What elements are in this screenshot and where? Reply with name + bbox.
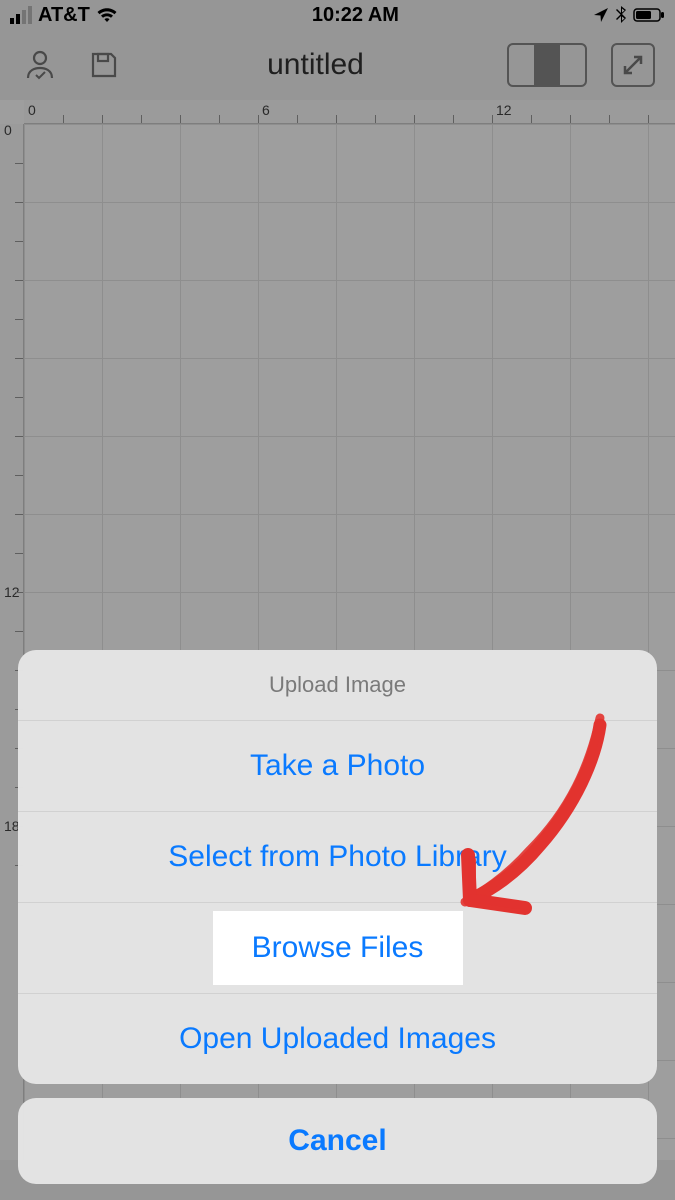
action-sheet-title: Upload Image	[18, 650, 657, 720]
browse-files-option[interactable]: Browse Files	[18, 902, 657, 993]
select-photo-library-option[interactable]: Select from Photo Library	[18, 811, 657, 902]
open-uploaded-images-option[interactable]: Open Uploaded Images	[18, 993, 657, 1084]
take-photo-option[interactable]: Take a Photo	[18, 720, 657, 811]
action-sheet: Upload Image Take a Photo Select from Ph…	[18, 650, 657, 1184]
action-sheet-group: Upload Image Take a Photo Select from Ph…	[18, 650, 657, 1084]
cancel-button[interactable]: Cancel	[18, 1098, 657, 1184]
browse-files-label: Browse Files	[252, 931, 424, 964]
